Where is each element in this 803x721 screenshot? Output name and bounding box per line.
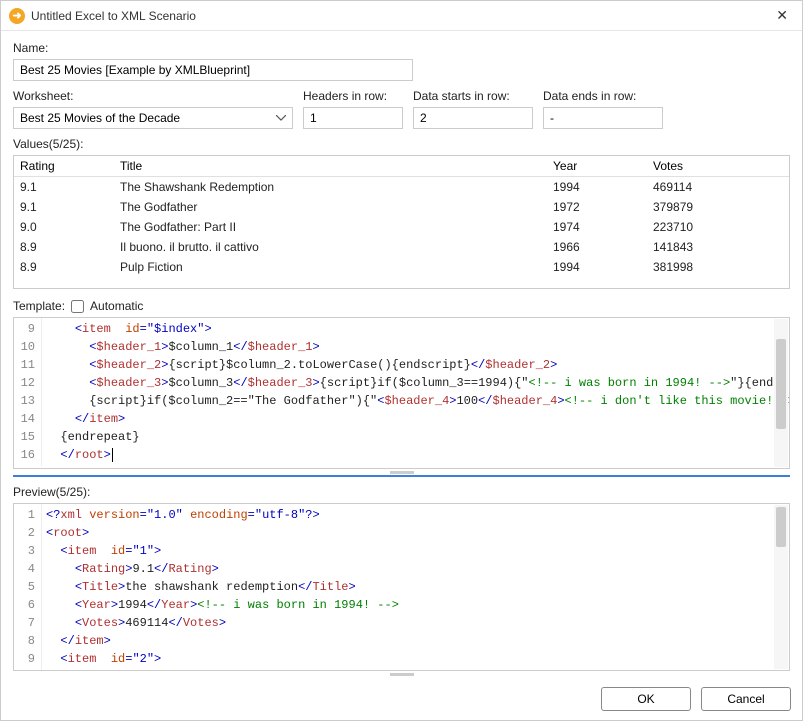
app-icon: ➜ [9, 8, 25, 24]
data-starts-input[interactable] [413, 107, 533, 129]
name-input[interactable] [13, 59, 413, 81]
cell-title: The Godfather [120, 200, 553, 214]
table-row[interactable]: 8.9Pulp Fiction1994381998 [14, 257, 789, 277]
worksheet-select[interactable]: Best 25 Movies of the Decade [13, 107, 293, 129]
cell-rating: 8.9 [20, 240, 120, 254]
cell-votes: 223710 [653, 220, 783, 234]
cell-year: 1994 [553, 180, 653, 194]
cell-rating: 9.1 [20, 200, 120, 214]
cell-year: 1994 [553, 260, 653, 274]
data-ends-input[interactable] [543, 107, 663, 129]
title-bar: ➜ Untitled Excel to XML Scenario ✕ [1, 1, 802, 31]
values-table: Rating Title Year Votes 9.1The Shawshank… [13, 155, 790, 289]
pane-divider[interactable] [13, 475, 790, 477]
dialog-buttons: OK Cancel [0, 677, 803, 721]
cancel-button[interactable]: Cancel [701, 687, 791, 711]
col-header-votes[interactable]: Votes [653, 159, 783, 173]
col-header-year[interactable]: Year [553, 159, 653, 173]
headers-row-label: Headers in row: [303, 89, 403, 103]
preview-editor[interactable]: 123456789 <?xml version="1.0" encoding="… [13, 503, 790, 671]
table-header-row: Rating Title Year Votes [14, 156, 789, 177]
cell-votes: 379879 [653, 200, 783, 214]
table-row[interactable]: 9.0The Godfather: Part II1974223710 [14, 217, 789, 237]
preview-label: Preview(5/25): [13, 485, 790, 499]
cell-rating: 9.0 [20, 220, 120, 234]
cell-title: The Shawshank Redemption [120, 180, 553, 194]
template-editor[interactable]: 910111213141516 <item id="$index"> <$hea… [13, 317, 790, 469]
worksheet-label: Worksheet: [13, 89, 293, 103]
col-header-rating[interactable]: Rating [20, 159, 120, 173]
automatic-label: Automatic [90, 299, 143, 313]
headers-row-input[interactable] [303, 107, 403, 129]
cell-title: Pulp Fiction [120, 260, 553, 274]
template-scrollbar[interactable] [774, 319, 788, 467]
name-label: Name: [13, 41, 790, 55]
col-header-title[interactable]: Title [120, 159, 553, 173]
cell-votes: 381998 [653, 260, 783, 274]
cell-rating: 9.1 [20, 180, 120, 194]
cell-title: Il buono. il brutto. il cattivo [120, 240, 553, 254]
preview-scrollbar[interactable] [774, 505, 788, 669]
values-label: Values(5/25): [13, 137, 790, 151]
data-starts-label: Data starts in row: [413, 89, 533, 103]
cell-title: The Godfather: Part II [120, 220, 553, 234]
ok-button[interactable]: OK [601, 687, 691, 711]
close-icon[interactable]: ✕ [770, 5, 794, 26]
table-row[interactable]: 9.1The Shawshank Redemption1994469114 [14, 177, 789, 197]
window-title: Untitled Excel to XML Scenario [31, 9, 770, 23]
table-row[interactable]: 9.1The Godfather1972379879 [14, 197, 789, 217]
cell-rating: 8.9 [20, 260, 120, 274]
cell-votes: 141843 [653, 240, 783, 254]
table-row[interactable]: 8.9Il buono. il brutto. il cattivo196614… [14, 237, 789, 257]
cell-year: 1972 [553, 200, 653, 214]
data-ends-label: Data ends in row: [543, 89, 663, 103]
automatic-checkbox[interactable] [71, 300, 84, 313]
cell-year: 1966 [553, 240, 653, 254]
cell-year: 1974 [553, 220, 653, 234]
template-label: Template: [13, 299, 65, 313]
cell-votes: 469114 [653, 180, 783, 194]
